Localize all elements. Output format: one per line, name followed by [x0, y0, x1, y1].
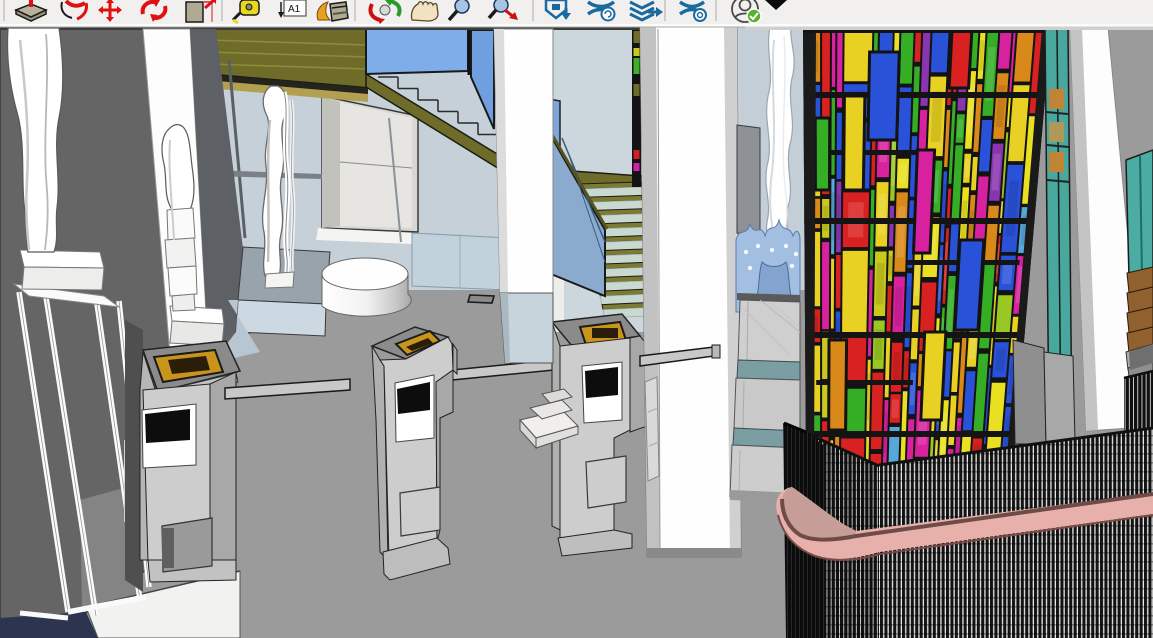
- svg-text:A1: A1: [288, 4, 301, 15]
